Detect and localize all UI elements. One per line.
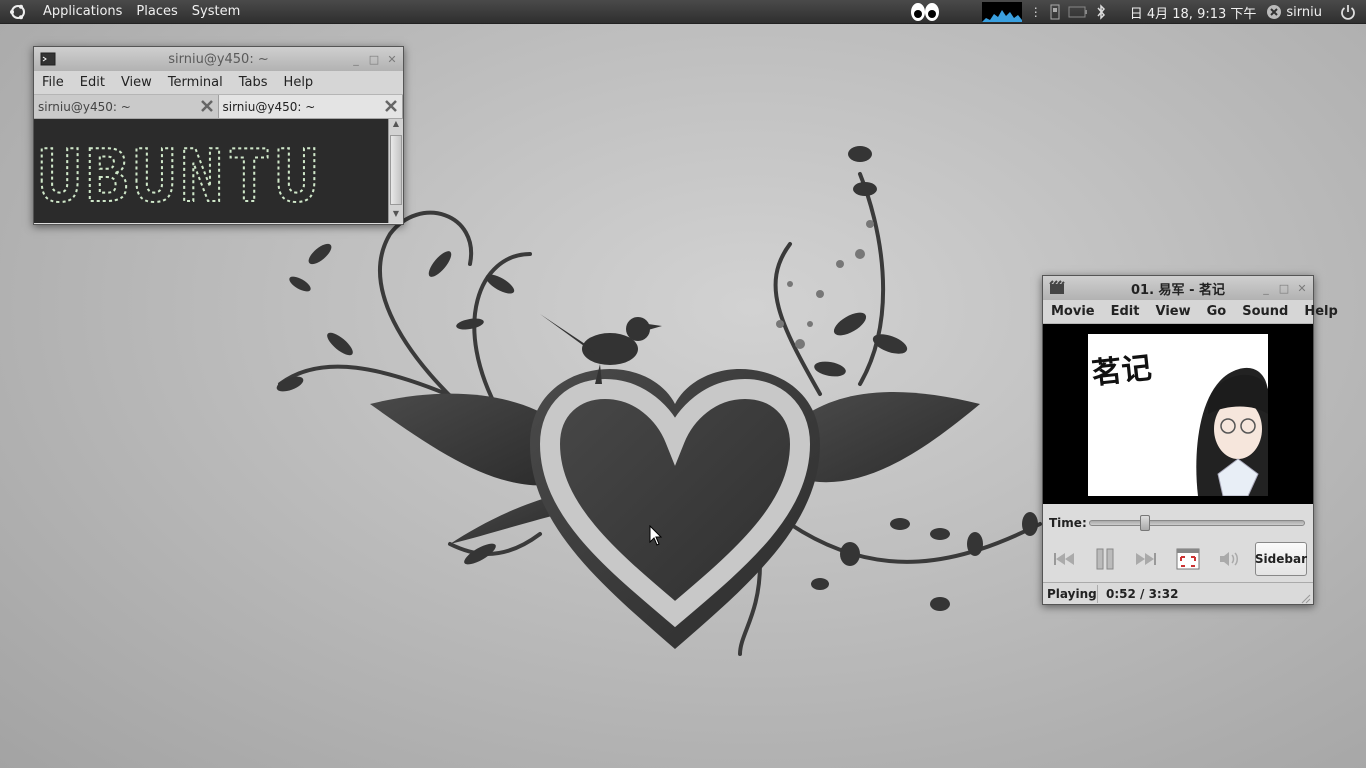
terminal-titlebar[interactable]: sirniu@y450: ~ _ □ ✕ <box>34 47 403 71</box>
player-titlebar[interactable]: 01. 易军 - 茗记 _ □ ✕ <box>1043 276 1313 300</box>
scroll-up-icon[interactable]: ▲ <box>389 119 403 133</box>
close-button[interactable]: ✕ <box>385 52 399 66</box>
player-menubar: Movie Edit View Go Sound Help <box>1043 300 1338 324</box>
terminal-tab-1[interactable]: sirniu@y450: ~ <box>34 95 219 118</box>
pause-button[interactable] <box>1090 544 1120 574</box>
time-row: Time: <box>1043 504 1313 542</box>
minimize-button[interactable]: _ <box>1259 281 1273 295</box>
next-button[interactable] <box>1131 544 1161 574</box>
tab-label: sirniu@y450: ~ <box>222 99 316 114</box>
maximize-button[interactable]: □ <box>1277 281 1291 295</box>
mouse-cursor-icon <box>649 525 663 546</box>
menu-movie[interactable]: Movie <box>1043 304 1103 319</box>
terminal-tab-2[interactable]: sirniu@y450: ~ <box>218 95 403 118</box>
maximize-button[interactable]: □ <box>367 52 381 66</box>
user-status-icon[interactable] <box>1266 0 1282 24</box>
terminal-menubar: File Edit View Terminal Tabs Help <box>34 71 403 95</box>
terminal-scrollbar[interactable]: ▲ ▼ <box>388 119 403 223</box>
ubuntu-logo-icon[interactable] <box>0 0 36 24</box>
status-separator <box>1097 584 1098 603</box>
bluetooth-icon[interactable] <box>1096 0 1106 24</box>
menu-terminal[interactable]: Terminal <box>160 75 231 90</box>
volume-icon[interactable] <box>1214 544 1244 574</box>
playback-position: 0:52 / 3:32 <box>1106 586 1179 601</box>
tab-close-icon[interactable] <box>384 99 398 113</box>
menu-help[interactable]: Help <box>276 75 322 90</box>
scroll-down-icon[interactable]: ▼ <box>389 209 403 223</box>
top-panel: Applications Places System ⋮ 日 4月 18, 9:… <box>0 0 1366 24</box>
window-title: sirniu@y450: ~ <box>168 51 269 67</box>
media-player-window: 01. 易军 - 茗记 _ □ ✕ Movie Edit View Go Sou… <box>1042 275 1338 605</box>
banner-text: UBUNTU <box>38 134 322 218</box>
terminal-output[interactable]: UBUNTU ▲ ▼ <box>34 119 403 223</box>
menu-file[interactable]: File <box>34 75 72 90</box>
resize-grip-icon[interactable] <box>1301 593 1311 604</box>
previous-button[interactable] <box>1049 544 1079 574</box>
menu-edit[interactable]: Edit <box>1103 304 1148 319</box>
menu-view[interactable]: View <box>113 75 160 90</box>
user-name[interactable]: sirniu <box>1284 5 1328 20</box>
system-monitor-icon[interactable] <box>981 0 1022 24</box>
terminal-tabs: sirniu@y450: ~ sirniu@y450: ~ <box>34 95 403 119</box>
system-menu[interactable]: System <box>185 0 247 24</box>
scroll-thumb[interactable] <box>390 135 402 205</box>
tab-close-icon[interactable] <box>200 99 214 113</box>
menu-view[interactable]: View <box>1147 304 1198 319</box>
ubuntu-ascii-banner: UBUNTU <box>37 133 322 219</box>
tab-label: sirniu@y450: ~ <box>38 99 131 114</box>
album-art: 茗记 <box>1088 334 1268 497</box>
album-art-calligraphy: 茗记 <box>1090 351 1153 392</box>
menu-sound[interactable]: Sound <box>1234 304 1296 319</box>
sidebar-button[interactable]: Sidebar <box>1255 542 1307 576</box>
menu-tabs[interactable]: Tabs <box>231 75 276 90</box>
battery-icon[interactable] <box>1068 0 1088 24</box>
playback-status: Playing <box>1047 586 1097 601</box>
seek-slider[interactable] <box>1089 515 1305 531</box>
power-icon[interactable] <box>1340 0 1356 24</box>
eyes-applet-icon[interactable] <box>910 0 940 24</box>
video-area[interactable]: 茗记 <box>1043 324 1313 504</box>
applications-menu[interactable]: Applications <box>36 0 129 24</box>
time-label: Time: <box>1049 516 1087 530</box>
places-menu[interactable]: Places <box>129 0 184 24</box>
menu-edit[interactable]: Edit <box>72 75 113 90</box>
menu-help[interactable]: Help <box>1296 304 1345 319</box>
menu-icon[interactable]: ⋮ <box>1030 0 1042 24</box>
minimize-button[interactable]: _ <box>349 52 363 66</box>
menu-go[interactable]: Go <box>1199 304 1235 319</box>
seek-thumb[interactable] <box>1140 515 1150 531</box>
player-controls: Sidebar <box>1043 542 1313 576</box>
close-button[interactable]: ✕ <box>1295 281 1309 295</box>
player-statusbar: Playing 0:52 / 3:32 <box>1043 582 1313 604</box>
usb-icon[interactable] <box>1050 0 1060 24</box>
terminal-window: sirniu@y450: ~ _ □ ✕ File Edit View Term… <box>33 46 404 225</box>
clock[interactable]: 日 4月 18, 9:13 下午 <box>1124 3 1263 22</box>
fullscreen-button[interactable] <box>1173 544 1203 574</box>
